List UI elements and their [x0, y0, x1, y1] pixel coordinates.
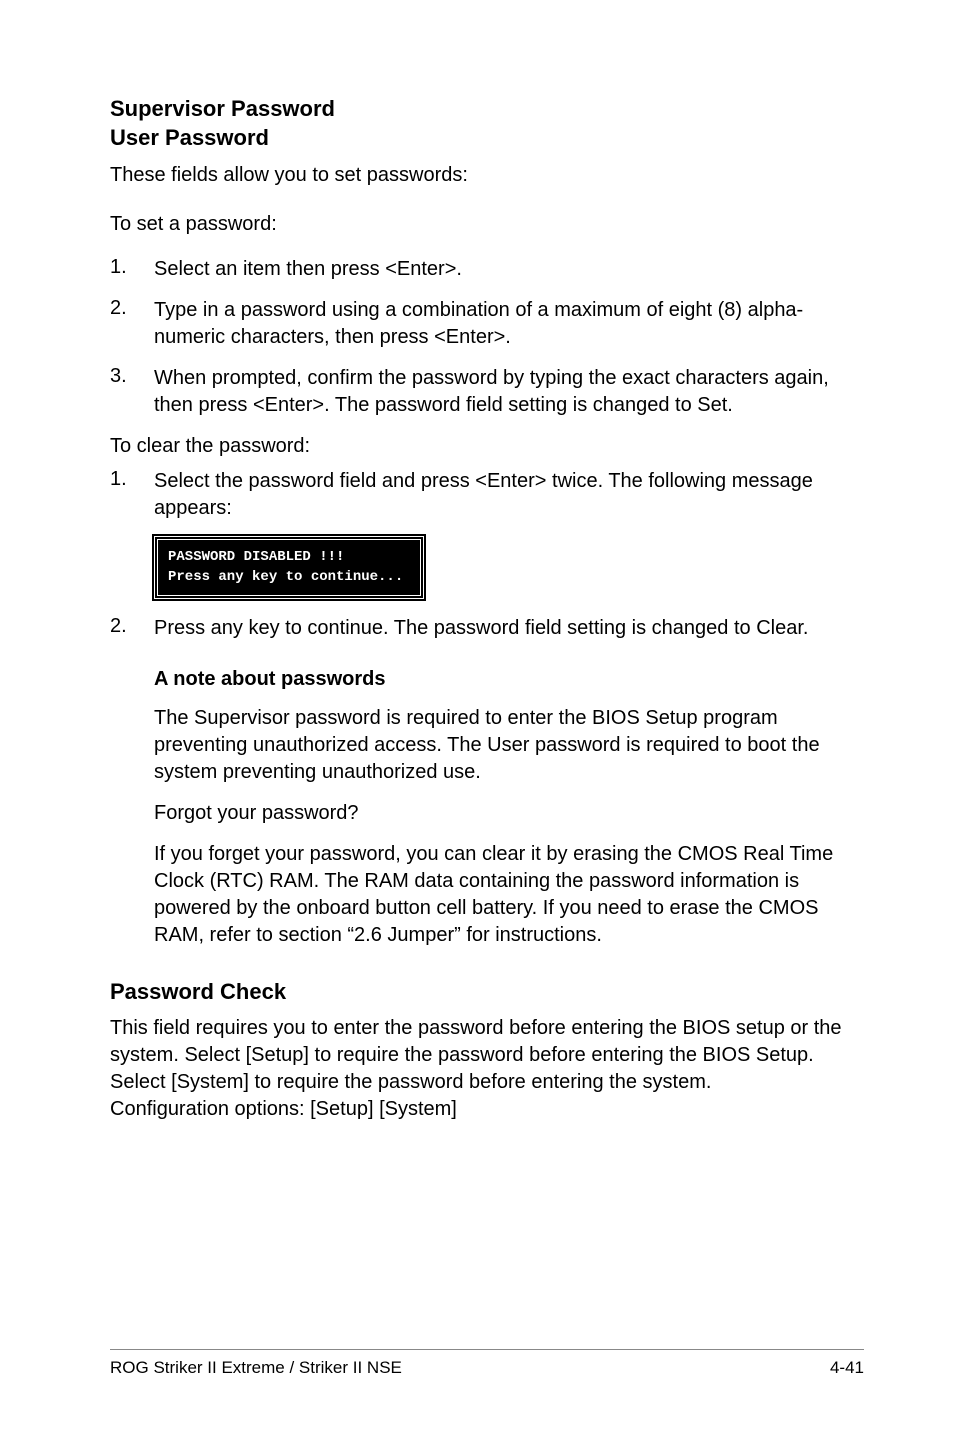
- intro-text-1: These fields allow you to set passwords:: [110, 162, 864, 189]
- list-number: 1.: [110, 468, 154, 522]
- page-footer: ROG Striker II Extreme / Striker II NSE …: [110, 1349, 864, 1378]
- list-item: 2. Press any key to continue. The passwo…: [110, 615, 864, 642]
- heading-supervisor-password: Supervisor Password: [110, 95, 864, 124]
- intro-text-3: To clear the password:: [110, 433, 864, 460]
- list-text: Press any key to continue. The password …: [154, 615, 808, 642]
- list-item: 3. When prompted, confirm the password b…: [110, 365, 864, 419]
- set-password-list: 1. Select an item then press <Enter>. 2.…: [110, 256, 864, 419]
- list-text: When prompted, confirm the password by t…: [154, 365, 864, 419]
- note-paragraph: If you forget your password, you can cle…: [154, 841, 864, 949]
- list-text: Select an item then press <Enter>.: [154, 256, 462, 283]
- list-number: 2.: [110, 297, 154, 351]
- footer-left: ROG Striker II Extreme / Striker II NSE: [110, 1358, 402, 1378]
- footer-right: 4-41: [830, 1358, 864, 1378]
- list-number: 2.: [110, 615, 154, 642]
- list-number: 1.: [110, 256, 154, 283]
- intro-text-2: To set a password:: [110, 211, 864, 238]
- clear-password-list: 1. Select the password field and press <…: [110, 468, 864, 522]
- list-item: 2. Type in a password using a combinatio…: [110, 297, 864, 351]
- list-text: Select the password field and press <Ent…: [154, 468, 864, 522]
- heading-password-check: Password Check: [110, 979, 864, 1005]
- heading-user-password: User Password: [110, 124, 864, 153]
- list-item: 1. Select an item then press <Enter>.: [110, 256, 864, 283]
- note-paragraph: The Supervisor password is required to e…: [154, 705, 864, 786]
- note-block: A note about passwords The Supervisor pa…: [154, 668, 864, 949]
- note-heading: A note about passwords: [154, 668, 864, 691]
- password-disabled-message-box: PASSWORD DISABLED !!! Press any key to c…: [154, 536, 424, 599]
- list-text: Type in a password using a combination o…: [154, 297, 864, 351]
- list-number: 3.: [110, 365, 154, 419]
- password-check-body: This field requires you to enter the pas…: [110, 1015, 864, 1123]
- note-paragraph: Forgot your password?: [154, 800, 864, 827]
- list-item: 1. Select the password field and press <…: [110, 468, 864, 522]
- clear-password-list-cont: 2. Press any key to continue. The passwo…: [110, 615, 864, 642]
